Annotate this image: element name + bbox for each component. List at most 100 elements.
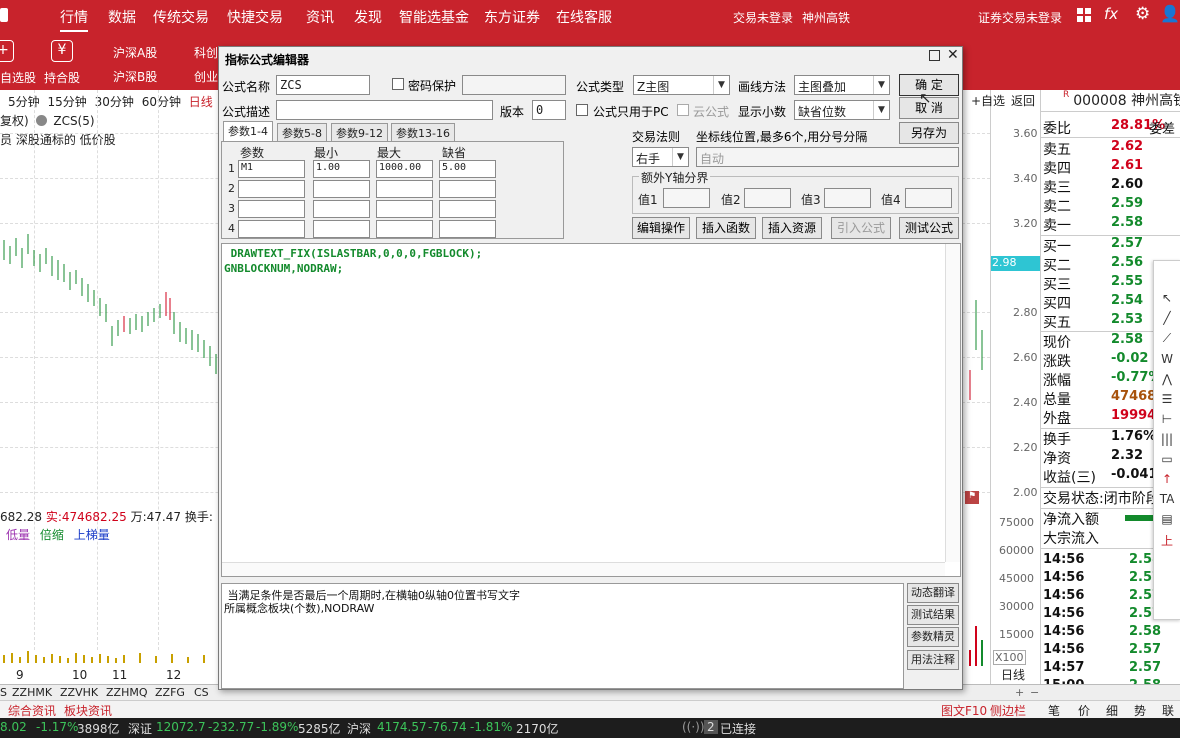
value4-input[interactable] (905, 188, 952, 208)
formula-code-editor[interactable]: DRAWTEXT_FIX(ISLASTBAR,0,0,0,FGBLOCK); G… (221, 243, 961, 577)
up-arrow-icon[interactable]: ↑ (1154, 472, 1180, 486)
indicator-tab[interactable]: ZZHMK (12, 686, 52, 699)
insert-resource-button[interactable]: 插入资源 (762, 217, 822, 239)
cloud-checkbox[interactable] (677, 104, 689, 116)
formula-desc-input[interactable] (276, 100, 493, 120)
note-tool-icon[interactable]: ▤ (1154, 512, 1180, 526)
grid-icon[interactable] (1077, 8, 1091, 22)
coord-lines-input[interactable]: 自动 (696, 147, 959, 167)
buy-mark-icon[interactable]: 上 (1154, 532, 1180, 549)
holdings-icon[interactable]: ¥ (51, 40, 73, 62)
menu-jijin[interactable]: 智能选基金 (399, 7, 469, 27)
param-min-input[interactable] (313, 200, 370, 218)
trade-status[interactable]: 交易未登录 (733, 9, 793, 26)
param-min-input[interactable] (313, 180, 370, 198)
ray-tool-icon[interactable]: ⟋ (1154, 331, 1180, 346)
news-tab-sector[interactable]: 板块资讯 (64, 702, 112, 719)
period-day[interactable]: 日线 (189, 95, 213, 109)
user-icon[interactable]: 👤 (1160, 4, 1180, 23)
tab-params-5-8[interactable]: 参数5-8 (277, 123, 327, 141)
f10-button[interactable]: 图文F10 (941, 702, 987, 719)
panel-tab-jia[interactable]: 价 (1078, 702, 1090, 719)
menu-zixun[interactable]: 资讯 (306, 7, 334, 27)
marker-icon[interactable]: ⚑ (965, 491, 979, 504)
maximize-icon[interactable] (929, 50, 940, 61)
param-default-input[interactable] (439, 200, 496, 218)
value1-input[interactable] (663, 188, 710, 208)
index3-name[interactable]: 沪深 (347, 720, 371, 737)
version-input[interactable]: 0 (532, 100, 566, 120)
fib-tool-icon[interactable]: ☰ (1154, 392, 1180, 406)
period-30m[interactable]: 30分钟 (95, 95, 134, 109)
menu-shuju[interactable]: 数据 (108, 7, 136, 27)
connection-status[interactable]: 已连接 (720, 720, 756, 737)
param-min-input[interactable] (313, 220, 370, 238)
line-tool-icon[interactable]: ╱ (1154, 311, 1180, 325)
bars-tool-icon[interactable]: ||| (1154, 432, 1180, 446)
add-icon[interactable]: + (0, 40, 14, 62)
test-result-button[interactable]: 测试结果 (907, 605, 959, 625)
value2-input[interactable] (744, 188, 791, 208)
hand-select[interactable]: 右手 ▼ (632, 147, 689, 167)
panel-tab-lian[interactable]: 联 (1162, 702, 1174, 719)
period-60m[interactable]: 60分钟 (142, 95, 181, 109)
dialog-titlebar[interactable]: 指标公式编辑器 ✕ (219, 47, 962, 69)
bracket-tool-icon[interactable]: ⊢ (1154, 412, 1180, 426)
param-name-input[interactable] (238, 220, 305, 238)
period-label[interactable]: 日线 (1001, 666, 1025, 683)
tab-params-13-16[interactable]: 参数13-16 (391, 123, 455, 141)
value3-input[interactable] (824, 188, 871, 208)
text-tool-icon[interactable]: TA (1154, 492, 1180, 506)
toolbar-chuangye[interactable]: 创业 (194, 68, 218, 85)
decimals-select[interactable]: 缺省位数 ▼ (794, 100, 890, 120)
edit-ops-button[interactable]: 编辑操作 (632, 217, 690, 239)
toolbar-chicang[interactable]: 持合股 (44, 69, 80, 86)
tab-add[interactable]: + (1015, 686, 1024, 699)
param-max-input[interactable] (376, 220, 433, 238)
menu-kefu[interactable]: 在线客服 (556, 7, 612, 27)
param-name-input[interactable] (238, 180, 305, 198)
menu-faxian[interactable]: 发现 (354, 7, 382, 27)
insert-function-button[interactable]: 插入函数 (696, 217, 756, 239)
sidebar-button[interactable]: 侧边栏 (990, 702, 1026, 719)
indicator-name[interactable]: ZCS(5) (53, 114, 94, 128)
period-15m[interactable]: 15分钟 (47, 95, 86, 109)
toolbar-kechuang[interactable]: 科创 (194, 44, 218, 61)
indicator-tab[interactable]: ZZFG (155, 686, 185, 699)
wave-tool-icon[interactable]: W (1154, 352, 1180, 366)
toolbar-hushen-a[interactable]: 沪深A股 (113, 44, 157, 61)
indicator-tab[interactable]: S (0, 686, 7, 699)
menu-dongfang[interactable]: 东方证券 (484, 7, 540, 27)
indicator-tab[interactable]: ZZVHK (60, 686, 98, 699)
securities-login-status[interactable]: 证券交易未登录 (978, 9, 1062, 26)
param-name-input[interactable] (238, 200, 305, 218)
indicator-toggle-icon[interactable] (35, 115, 47, 126)
indicator-tab[interactable]: ZZHMQ (106, 686, 148, 699)
vertical-scrollbar[interactable] (945, 244, 960, 562)
formula-notes-area[interactable]: 当满足条件是否最后一个周期时,在横轴0纵轴0位置书写文字 所属概念板块(个数),… (221, 583, 904, 689)
index2-name[interactable]: 深证 (128, 720, 152, 737)
import-formula-button[interactable]: 引入公式 (831, 217, 891, 239)
password-checkbox[interactable] (392, 78, 404, 90)
param-default-input[interactable] (439, 180, 496, 198)
password-input[interactable] (462, 75, 566, 95)
tab-params-9-12[interactable]: 参数9-12 (331, 123, 388, 141)
param-max-input[interactable] (376, 200, 433, 218)
param-max-input[interactable] (376, 180, 433, 198)
dynamic-translate-button[interactable]: 动态翻译 (907, 583, 959, 603)
news-tab-general[interactable]: 综合资讯 (8, 702, 56, 719)
close-icon[interactable]: ✕ (947, 47, 959, 63)
test-formula-button[interactable]: 测试公式 (899, 217, 959, 239)
panel-tab-shi[interactable]: 势 (1134, 702, 1146, 719)
menu-kuaijie[interactable]: 快捷交易 (227, 7, 283, 27)
param-min-input[interactable]: 1.00 (313, 160, 370, 178)
cursor-icon[interactable]: ↖ (1154, 291, 1180, 305)
draw-method-select[interactable]: 主图叠加 ▼ (794, 75, 890, 95)
save-as-button[interactable]: 另存为 (899, 122, 959, 144)
back-button[interactable]: 返回 (1011, 92, 1035, 109)
param-name-input[interactable]: M1 (238, 160, 305, 178)
settings-gear-icon[interactable]: ⚙ (1135, 4, 1150, 24)
param-default-input[interactable] (439, 220, 496, 238)
toolbar-zixuan[interactable]: 自选股 (0, 69, 36, 86)
horizontal-scrollbar[interactable] (222, 562, 945, 576)
